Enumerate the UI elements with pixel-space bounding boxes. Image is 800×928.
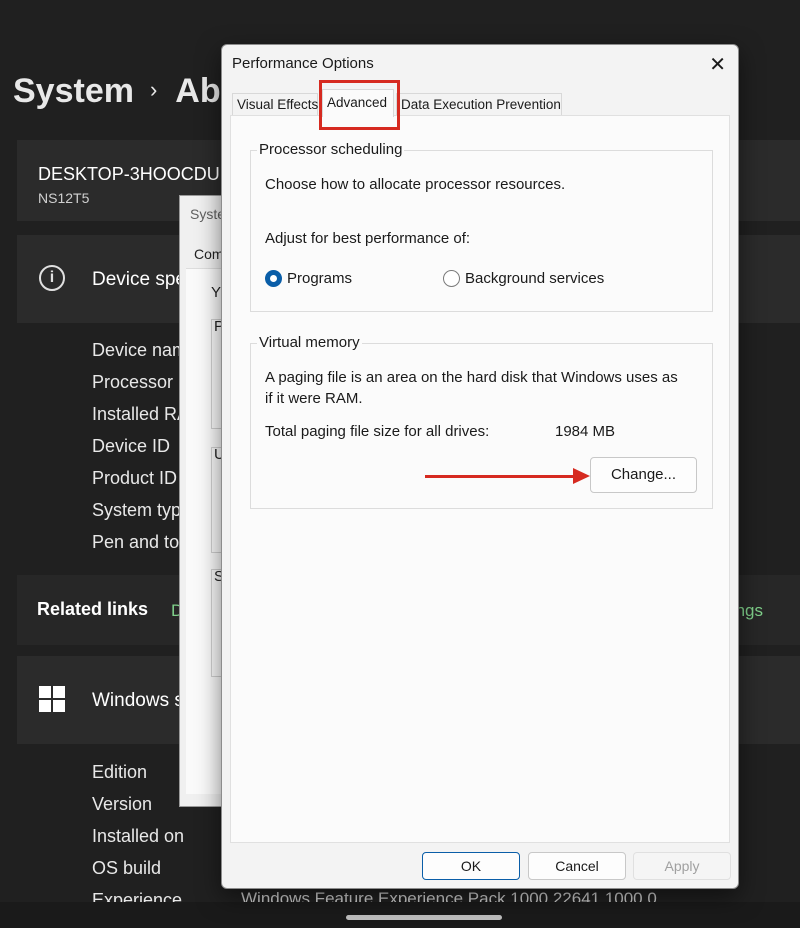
- radio-background-services-label: Background services: [465, 270, 605, 287]
- device-name: DESKTOP-3HOOCDU: [38, 164, 220, 184]
- spec-label-os-build: OS build: [92, 858, 162, 878]
- processor-scheduling-description: Choose how to allocate processor resourc…: [265, 176, 566, 193]
- radio-background-services[interactable]: Background services: [443, 270, 604, 287]
- processor-scheduling-label: Processor scheduling: [257, 141, 405, 158]
- spec-label-installed-ram: Installed RA: [92, 404, 190, 424]
- tab-computer-name[interactable]: Com: [194, 246, 224, 262]
- virtual-memory-label: Virtual memory: [257, 334, 362, 351]
- adjust-performance-label: Adjust for best performance of:: [265, 230, 471, 247]
- breadcrumb-current: Ab: [175, 72, 221, 110]
- bottom-bar: [0, 902, 800, 928]
- related-link-advanced-settings[interactable]: ngs: [736, 601, 763, 621]
- spec-label-edition: Edition: [92, 762, 148, 782]
- spec-label-pen-touch: Pen and to: [92, 532, 180, 552]
- annotation-arrow-icon: [573, 468, 590, 484]
- annotation-arrow-shaft: [425, 475, 575, 478]
- spec-label-device-name: Device nam: [92, 340, 188, 360]
- system-properties-text-fragment: Y: [211, 284, 222, 301]
- virtual-memory-description-line2: if it were RAM.: [265, 390, 363, 407]
- radio-selected-icon: [265, 270, 282, 287]
- spec-label-version: Version: [92, 794, 153, 814]
- change-button[interactable]: Change...: [590, 457, 697, 493]
- system-properties-title: Syste: [190, 206, 226, 222]
- paging-file-total-label: Total paging file size for all drives:: [265, 423, 490, 440]
- apply-button[interactable]: Apply: [633, 852, 731, 880]
- ok-button[interactable]: OK: [422, 852, 520, 880]
- close-icon[interactable]: ✕: [709, 52, 726, 77]
- chevron-right-icon: ›: [149, 77, 158, 102]
- breadcrumb-parent[interactable]: System: [13, 72, 134, 110]
- spec-label-system-type: System typ: [92, 500, 182, 520]
- dialog-title: Performance Options: [232, 55, 374, 72]
- virtual-memory-description-line1: A paging file is an area on the hard dis…: [265, 369, 678, 386]
- windows-logo-icon: [39, 686, 65, 712]
- windows-specifications-title: Windows s: [92, 690, 184, 711]
- radio-programs-label: Programs: [287, 270, 353, 287]
- radio-programs[interactable]: Programs: [265, 270, 352, 287]
- spec-label-installed-on: Installed on: [92, 826, 185, 846]
- tab-visual-effects[interactable]: Visual Effects: [232, 93, 318, 115]
- tab-data-execution-prevention[interactable]: Data Execution Prevention: [396, 93, 562, 115]
- tab-advanced[interactable]: Advanced: [322, 89, 394, 117]
- spec-label-device-id: Device ID: [92, 436, 171, 456]
- device-model: NS12T5: [38, 190, 90, 206]
- performance-options-dialog: Performance Options ✕ Visual Effects Adv…: [221, 44, 739, 889]
- related-links-title: Related links: [37, 599, 149, 619]
- processor-scheduling-group: Processor scheduling Choose how to alloc…: [250, 141, 713, 312]
- spec-label-processor: Processor: [92, 372, 174, 392]
- advanced-tab-panel: Processor scheduling Choose how to alloc…: [230, 115, 730, 843]
- cancel-button[interactable]: Cancel: [528, 852, 626, 880]
- page-title: System › Ab: [13, 72, 221, 111]
- paging-file-total-value: 1984 MB: [555, 423, 616, 440]
- radio-unselected-icon: [443, 270, 460, 287]
- home-indicator[interactable]: [346, 915, 502, 920]
- device-specifications-title: Device spe: [92, 269, 186, 290]
- info-icon: i: [39, 265, 65, 291]
- virtual-memory-group: Virtual memory A paging file is an area …: [250, 334, 713, 509]
- spec-label-product-id: Product ID: [92, 468, 178, 488]
